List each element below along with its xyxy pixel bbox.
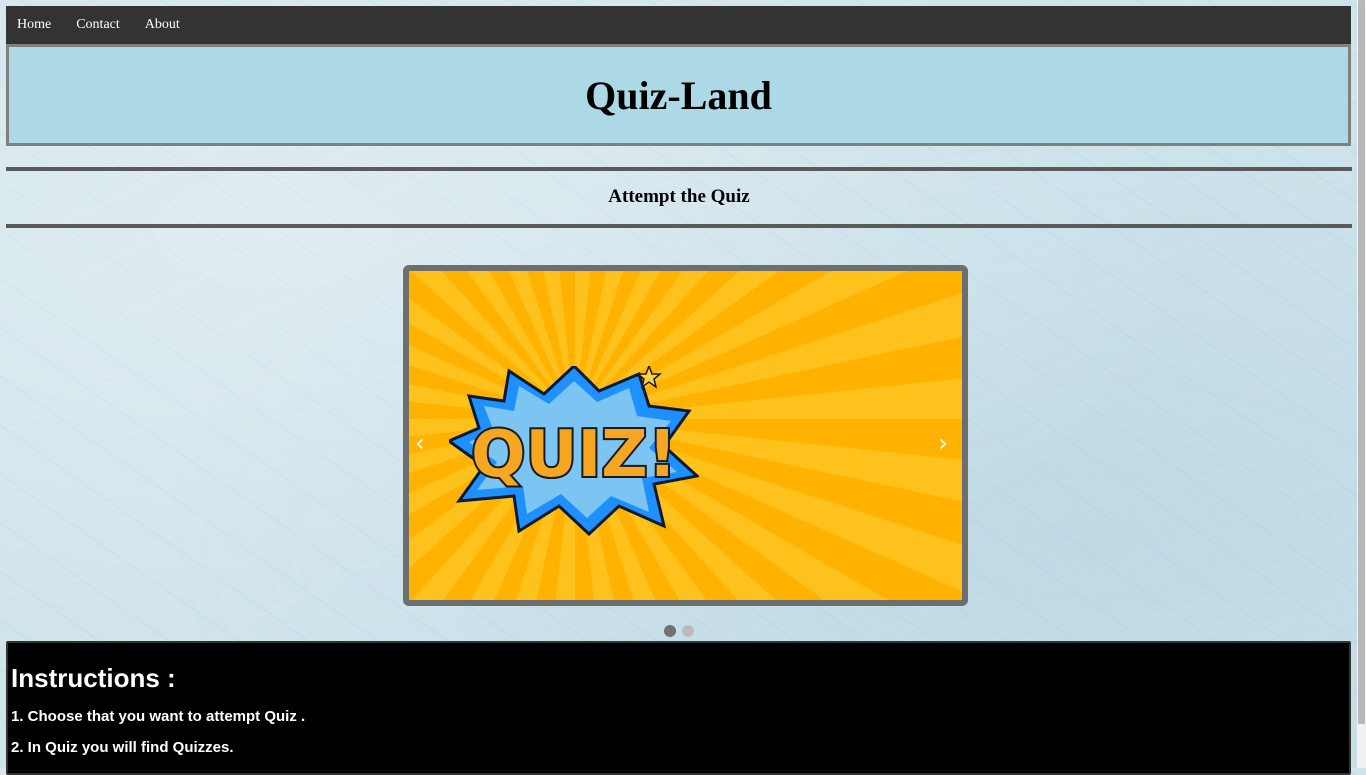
site-title: Quiz-Land: [585, 72, 772, 118]
carousel-dot-2[interactable]: [682, 625, 694, 637]
instructions-title: Instructions :: [11, 663, 176, 693]
nav-link-contact[interactable]: Contact: [76, 17, 120, 33]
carousel-prev-icon[interactable]: ‹: [415, 431, 425, 455]
page-scrollbar[interactable]: [1357, 0, 1366, 768]
nav-link-about[interactable]: About: [145, 17, 180, 33]
quiz-image-carousel: QUIZ! ‹ ›: [403, 265, 968, 606]
carousel-dot-1[interactable]: [664, 625, 676, 637]
quiz-banner-image: QUIZ!: [449, 366, 699, 536]
instruction-item: 2. In Quiz you will find Quizzes.: [11, 739, 234, 756]
carousel-indicators: [664, 625, 694, 637]
section-heading: Attempt the Quiz: [608, 186, 750, 207]
carousel-next-icon[interactable]: ›: [938, 431, 948, 455]
instructions-panel: Instructions : 1. Choose that you want t…: [6, 641, 1351, 775]
scrollbar-thumb[interactable]: [1358, 0, 1365, 724]
divider-top: [6, 167, 1352, 171]
nav-link-home[interactable]: Home: [17, 17, 51, 33]
quiz-banner-text: QUIZ!: [471, 418, 677, 492]
divider-bottom: [6, 224, 1352, 228]
site-header: Quiz-Land: [6, 44, 1351, 146]
instruction-item: 1. Choose that you want to attempt Quiz …: [11, 708, 306, 725]
top-navbar: Home Contact About: [6, 6, 1351, 44]
